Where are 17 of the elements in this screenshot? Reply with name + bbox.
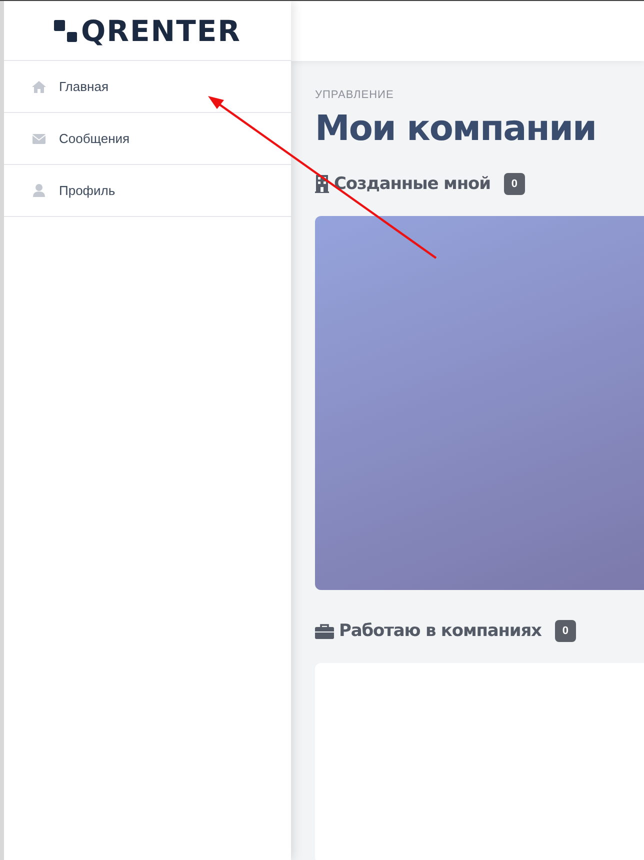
- home-icon: [32, 80, 46, 92]
- nav-item[interactable]: Профиль: [4, 165, 291, 217]
- logo-text: QRENTER: [81, 14, 241, 48]
- section-title: Созданные мной: [334, 174, 490, 194]
- briefcase-icon: [315, 624, 334, 638]
- breadcrumb: УПРАВЛЕНИЕ: [315, 89, 395, 101]
- nav-label: Сообщения: [59, 131, 130, 146]
- page-title: Мои компании: [315, 109, 598, 149]
- section-title: Работаю в компаниях: [339, 621, 542, 641]
- count-badge: 0: [555, 620, 576, 642]
- logo-icon: [54, 20, 78, 42]
- nav-item[interactable]: Сообщения: [4, 113, 291, 165]
- nav-label: Профиль: [59, 183, 116, 198]
- nav-label: Главная: [59, 79, 108, 94]
- count-badge: 0: [504, 173, 525, 195]
- mail-icon: [32, 134, 46, 144]
- user-icon: [32, 184, 46, 197]
